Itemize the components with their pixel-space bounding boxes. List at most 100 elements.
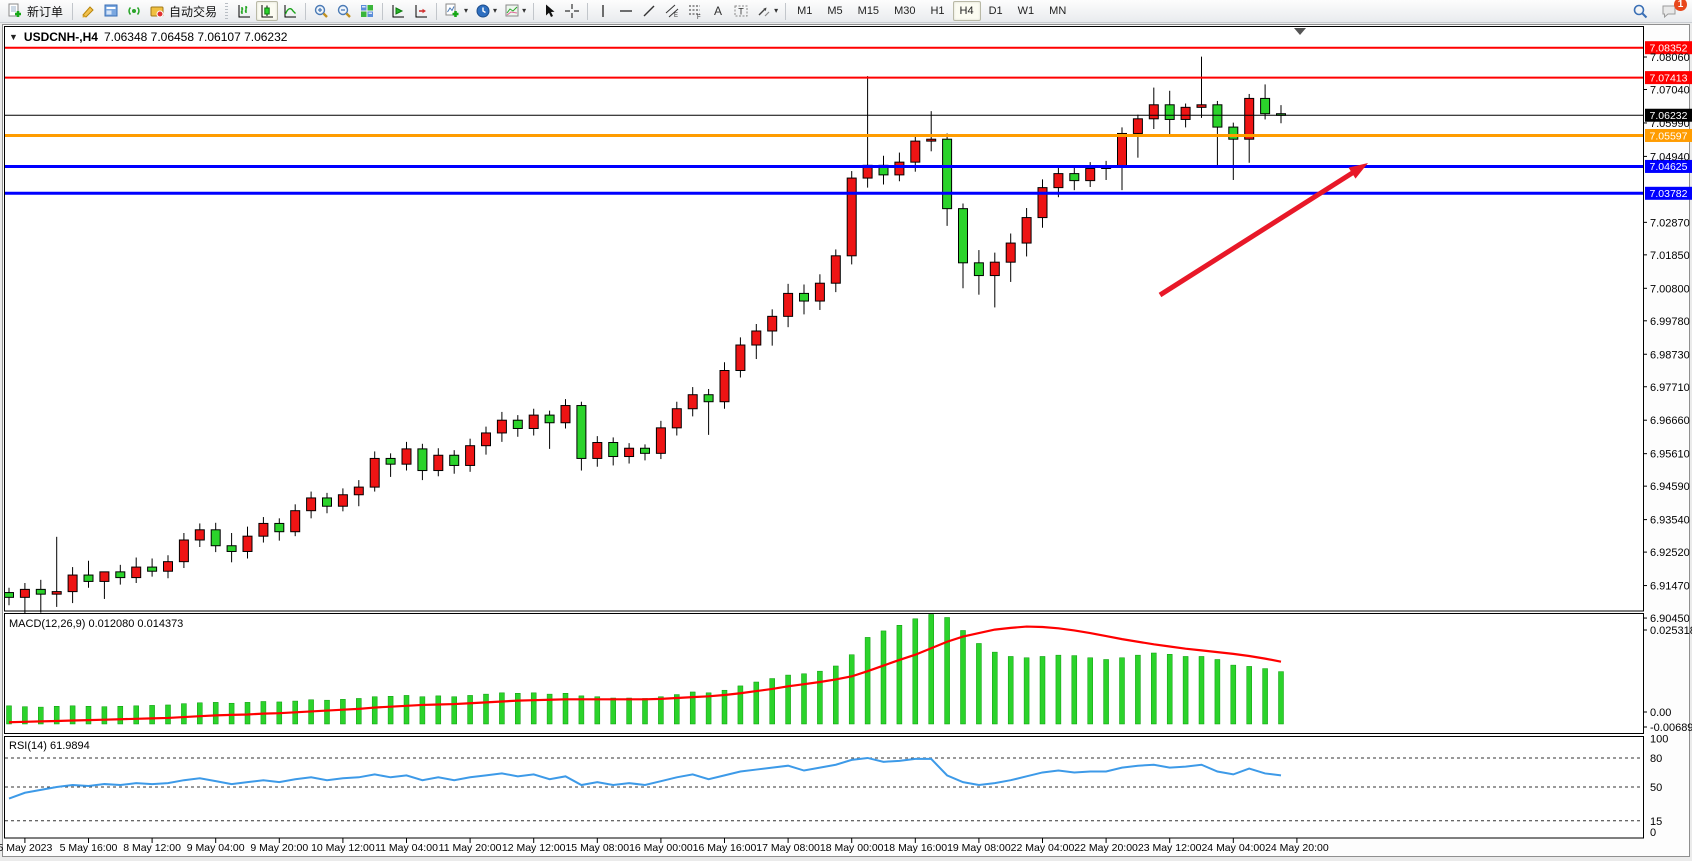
equidistant-channel-icon: E bbox=[664, 3, 680, 19]
crosshair-icon bbox=[564, 3, 580, 19]
macd-panel-label[interactable]: MACD(12,26,9) 0.012080 0.014373 bbox=[9, 618, 183, 630]
separator bbox=[587, 3, 588, 20]
svg-text:7.07040: 7.07040 bbox=[1650, 84, 1690, 96]
trendline-tool-button[interactable] bbox=[638, 1, 660, 21]
svg-text:F: F bbox=[697, 15, 701, 19]
svg-text:11 May 04:00: 11 May 04:00 bbox=[375, 842, 438, 854]
timeframe-button-d1[interactable]: D1 bbox=[982, 1, 1010, 21]
chart-canvas[interactable]: 7.083527.074137.062327.055977.046257.037… bbox=[0, 24, 1692, 861]
svg-text:6.98730: 6.98730 bbox=[1650, 349, 1690, 361]
price-panel[interactable] bbox=[5, 27, 1644, 612]
indicators-button[interactable]: ▾ bbox=[441, 1, 471, 21]
window-panel-icon bbox=[103, 3, 119, 19]
toolbar-grip[interactable] bbox=[225, 3, 230, 19]
macd-current-values: 0.012080 0.014373 bbox=[88, 618, 183, 630]
svg-text:7.08060: 7.08060 bbox=[1650, 52, 1690, 64]
signal-button[interactable] bbox=[123, 1, 145, 21]
svg-text:5 May 16:00: 5 May 16:00 bbox=[60, 842, 118, 854]
separator bbox=[305, 3, 306, 20]
timeframe-button-h4[interactable]: H4 bbox=[953, 1, 981, 21]
svg-text:16 May 16:00: 16 May 16:00 bbox=[693, 842, 757, 854]
timeframe-button-m15[interactable]: M15 bbox=[851, 1, 886, 21]
fibonacci-tool-button[interactable]: F bbox=[684, 1, 706, 21]
market-watch-button[interactable] bbox=[100, 1, 122, 21]
svg-text:0.025318: 0.025318 bbox=[1650, 625, 1692, 637]
search-button[interactable] bbox=[1629, 1, 1652, 21]
svg-text:18 May 16:00: 18 May 16:00 bbox=[883, 842, 947, 854]
cursor-tool-button[interactable] bbox=[538, 1, 560, 21]
timeframe-button-h1[interactable]: H1 bbox=[923, 1, 951, 21]
symbol-title: USDCNH-,H4 bbox=[24, 30, 98, 44]
svg-text:12 May 12:00: 12 May 12:00 bbox=[502, 842, 566, 854]
rsi-panel-label[interactable]: RSI(14) 61.9894 bbox=[9, 740, 90, 752]
horizontal-line-tool-button[interactable] bbox=[615, 1, 637, 21]
timeframe-button-m30[interactable]: M30 bbox=[887, 1, 922, 21]
toolbar-right-tools: 1 bbox=[1629, 1, 1688, 21]
bar-chart-mode-button[interactable] bbox=[233, 1, 255, 21]
auto-scroll-icon bbox=[390, 3, 406, 19]
zoom-in-button[interactable] bbox=[310, 1, 332, 21]
tile-windows-button[interactable] bbox=[356, 1, 378, 21]
zoom-in-icon bbox=[313, 3, 329, 19]
crayon-tool-button[interactable] bbox=[77, 1, 99, 21]
svg-text:10 May 12:00: 10 May 12:00 bbox=[311, 842, 375, 854]
svg-text:11 May 20:00: 11 May 20:00 bbox=[439, 842, 502, 854]
chart-window: 7.083527.074137.062327.055977.046257.037… bbox=[0, 24, 1692, 861]
svg-text:80: 80 bbox=[1650, 753, 1662, 765]
clock-icon bbox=[475, 3, 491, 19]
arrow-shapes-icon bbox=[756, 3, 772, 19]
new-order-button[interactable]: 新订单 bbox=[4, 1, 68, 21]
auto-trading-icon bbox=[149, 3, 165, 19]
chart-title-bar[interactable]: ▼ USDCNH-,H4 7.06348 7.06458 7.06107 7.0… bbox=[9, 30, 287, 44]
auto-trading-button[interactable]: 自动交易 bbox=[146, 1, 222, 21]
zoom-out-button[interactable] bbox=[333, 1, 355, 21]
cursor-icon bbox=[541, 3, 557, 19]
chart-shift-button[interactable] bbox=[410, 1, 432, 21]
svg-text:6.93540: 6.93540 bbox=[1650, 515, 1690, 527]
trendline-icon bbox=[641, 3, 657, 19]
timeframe-button-m1[interactable]: M1 bbox=[790, 1, 819, 21]
separator bbox=[785, 3, 786, 20]
rsi-current-value: 61.9894 bbox=[50, 740, 90, 752]
notifications-button[interactable]: 1 bbox=[1658, 1, 1682, 21]
svg-text:6.95610: 6.95610 bbox=[1650, 449, 1690, 461]
channel-tool-button[interactable]: E bbox=[661, 1, 683, 21]
periods-button[interactable]: ▾ bbox=[472, 1, 500, 21]
notification-count-badge: 1 bbox=[1674, 0, 1687, 11]
timeframe-button-m5[interactable]: M5 bbox=[820, 1, 849, 21]
crosshair-tool-button[interactable] bbox=[561, 1, 583, 21]
line-chart-mode-button[interactable] bbox=[279, 1, 301, 21]
separator bbox=[72, 3, 73, 20]
svg-text:T: T bbox=[738, 7, 744, 17]
templates-button[interactable]: ▾ bbox=[501, 1, 529, 21]
candle-chart-mode-button[interactable] bbox=[256, 1, 278, 21]
macd-indicator-name: MACD(12,26,9) bbox=[9, 618, 85, 630]
main-toolbar: 新订单 自动交易 bbox=[0, 0, 1692, 23]
auto-scroll-button[interactable] bbox=[387, 1, 409, 21]
svg-text:7.01850: 7.01850 bbox=[1650, 250, 1690, 262]
text-label-tool-button[interactable]: T bbox=[730, 1, 752, 21]
svg-text:7.04940: 7.04940 bbox=[1650, 151, 1690, 163]
vertical-line-icon bbox=[595, 3, 611, 19]
svg-text:8 May 12:00: 8 May 12:00 bbox=[123, 842, 181, 854]
svg-text:6.94590: 6.94590 bbox=[1650, 481, 1690, 493]
dropdown-caret: ▾ bbox=[774, 7, 778, 15]
symbol-ohlc-values: 7.06348 7.06458 7.06107 7.06232 bbox=[104, 30, 288, 44]
separator bbox=[382, 3, 383, 20]
timeframe-bar: M1M5M15M30H1H4D1W1MN bbox=[790, 1, 1073, 21]
text-tool-button[interactable]: A bbox=[707, 1, 729, 21]
template-icon bbox=[504, 3, 520, 19]
svg-text:7.02870: 7.02870 bbox=[1650, 217, 1690, 229]
timeframe-button-mn[interactable]: MN bbox=[1042, 1, 1073, 21]
svg-text:-0.006894: -0.006894 bbox=[1650, 722, 1692, 734]
candlestick-icon bbox=[259, 3, 275, 19]
svg-text:50: 50 bbox=[1650, 782, 1662, 794]
timeframe-button-w1[interactable]: W1 bbox=[1011, 1, 1042, 21]
tile-windows-icon bbox=[359, 3, 375, 19]
arrows-tool-button[interactable]: ▾ bbox=[753, 1, 781, 21]
dropdown-caret: ▾ bbox=[522, 7, 526, 15]
svg-text:E: E bbox=[674, 13, 678, 19]
vertical-line-tool-button[interactable] bbox=[592, 1, 614, 21]
dropdown-caret: ▾ bbox=[464, 7, 468, 15]
macd-panel[interactable] bbox=[5, 614, 1644, 734]
